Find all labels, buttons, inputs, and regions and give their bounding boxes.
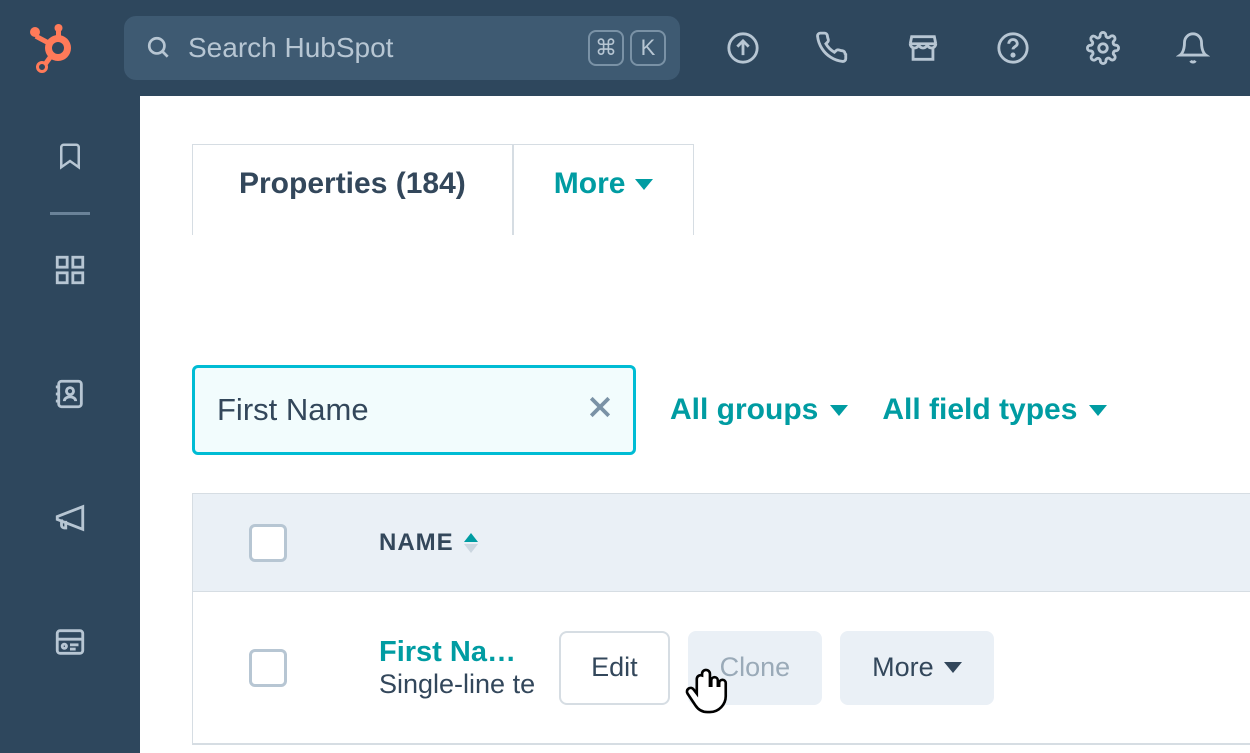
- content-icon[interactable]: [53, 625, 87, 659]
- properties-table: NAME First Na… Single-line te Edit Clone…: [192, 493, 1250, 745]
- tabs: Properties (184) More: [192, 144, 1250, 235]
- edit-button[interactable]: Edit: [559, 631, 670, 705]
- search-icon: [146, 35, 172, 61]
- kbd-cmd: ⌘: [588, 30, 624, 66]
- search-shortcut: ⌘ K: [588, 30, 666, 66]
- chevron-down-icon: [944, 662, 962, 673]
- table-header: NAME: [193, 494, 1250, 592]
- column-header-name-label: NAME: [379, 529, 454, 557]
- megaphone-icon[interactable]: [53, 501, 87, 535]
- notifications-icon[interactable]: [1176, 31, 1210, 65]
- filter-field-types[interactable]: All field types: [882, 393, 1107, 427]
- property-type-label: Single-line te: [379, 669, 535, 700]
- filter-groups-label: All groups: [670, 393, 818, 427]
- row-actions: Edit Clone More: [559, 631, 994, 705]
- rail-divider: [50, 212, 90, 215]
- apps-icon[interactable]: [53, 253, 87, 287]
- topbar: ⌘ K: [0, 0, 1250, 96]
- table-row: First Na… Single-line te Edit Clone More: [193, 592, 1250, 744]
- row-more-button[interactable]: More: [840, 631, 994, 705]
- sort-icon: [464, 533, 478, 553]
- clear-search-icon[interactable]: [585, 392, 615, 428]
- settings-icon[interactable]: [1086, 31, 1120, 65]
- contacts-icon[interactable]: [53, 377, 87, 411]
- global-search-input[interactable]: [188, 32, 508, 64]
- property-search-input[interactable]: [217, 392, 547, 428]
- chevron-down-icon: [830, 405, 848, 416]
- tab-more-label: More: [554, 167, 626, 201]
- left-rail: [0, 96, 140, 753]
- filters-row: All groups All field types: [192, 365, 1250, 455]
- row-more-label: More: [872, 652, 934, 683]
- clone-button: Clone: [688, 631, 823, 705]
- help-icon[interactable]: [996, 31, 1030, 65]
- filter-field-types-label: All field types: [882, 393, 1077, 427]
- main-content: Properties (184) More All groups All fie…: [140, 96, 1250, 753]
- filter-groups[interactable]: All groups: [670, 393, 848, 427]
- topbar-icons: [726, 31, 1222, 65]
- tab-more[interactable]: More: [513, 144, 695, 235]
- marketplace-icon[interactable]: [906, 31, 940, 65]
- upgrade-icon[interactable]: [726, 31, 760, 65]
- column-header-name[interactable]: NAME: [379, 529, 478, 557]
- hubspot-logo: [24, 22, 76, 74]
- tab-properties[interactable]: Properties (184): [192, 144, 513, 235]
- select-all-checkbox[interactable]: [249, 524, 287, 562]
- name-cell: First Na… Single-line te: [379, 636, 535, 700]
- global-search[interactable]: ⌘ K: [124, 16, 680, 80]
- row-checkbox[interactable]: [249, 649, 287, 687]
- bookmark-icon[interactable]: [55, 138, 85, 174]
- property-search-wrap[interactable]: [192, 365, 636, 455]
- kbd-k: K: [630, 30, 666, 66]
- chevron-down-icon: [1089, 405, 1107, 416]
- phone-icon[interactable]: [816, 31, 850, 65]
- property-name-link[interactable]: First Na…: [379, 636, 535, 669]
- chevron-down-icon: [635, 179, 653, 190]
